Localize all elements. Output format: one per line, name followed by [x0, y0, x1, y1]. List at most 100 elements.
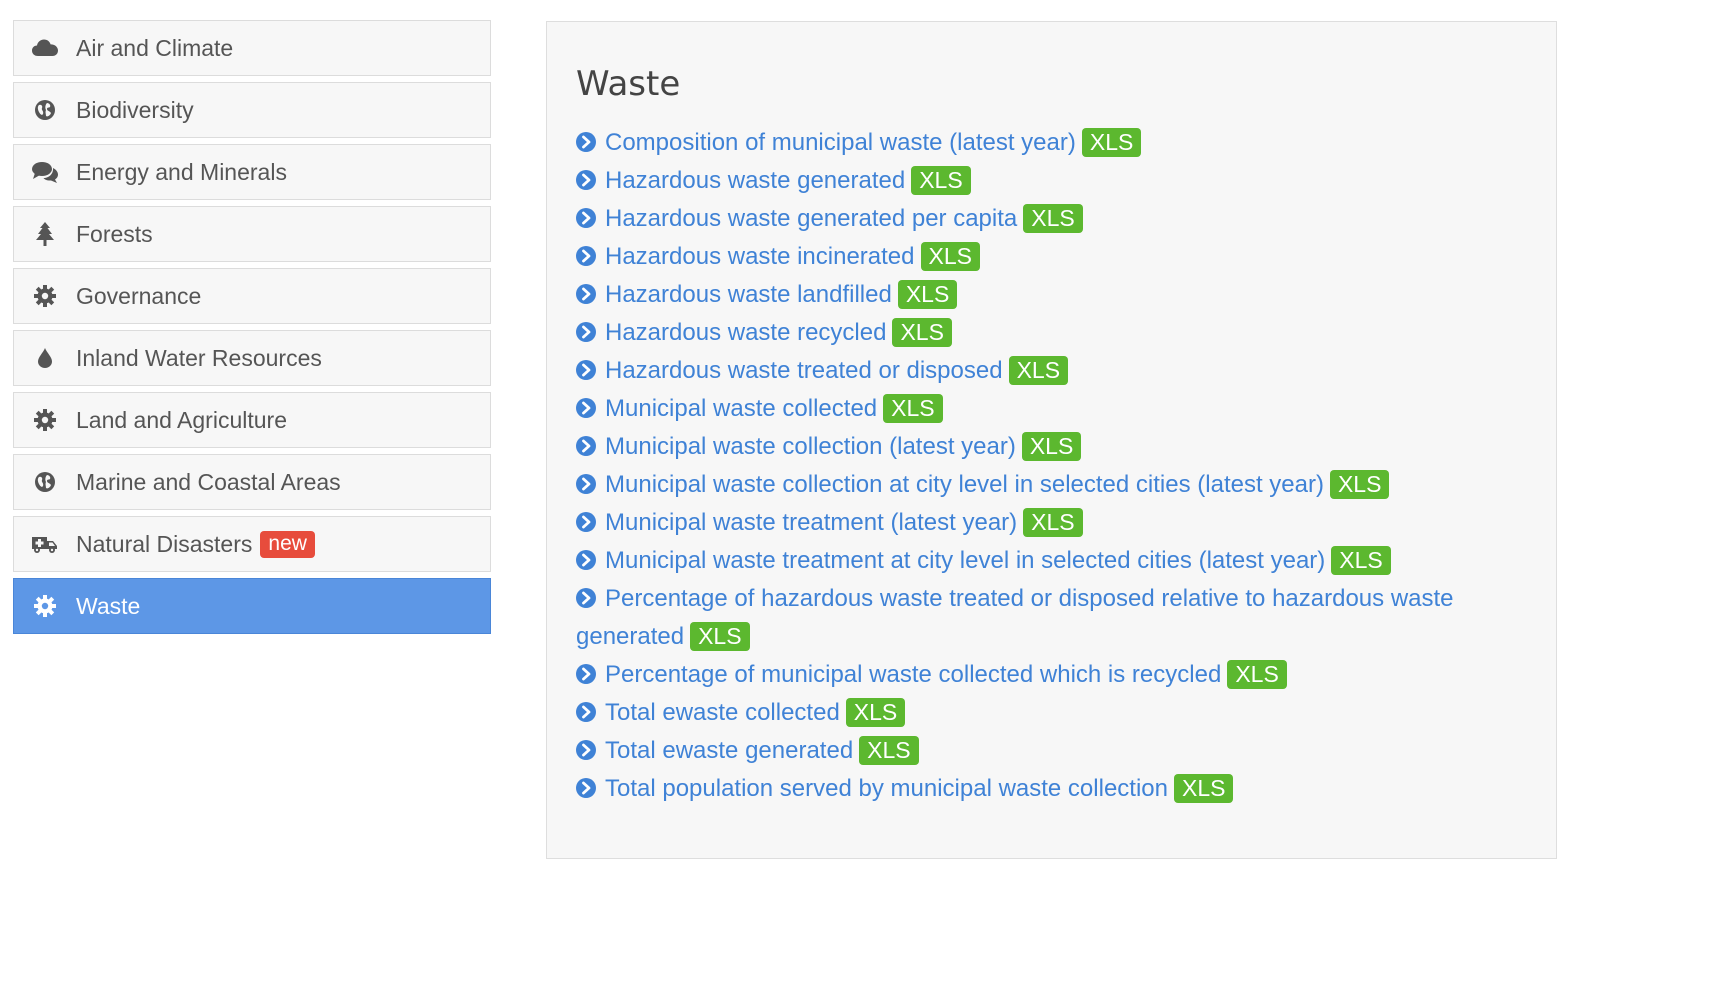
dataset-link-item: Municipal waste collection (latest year)… — [576, 428, 1536, 466]
xls-download-badge[interactable]: XLS — [897, 280, 958, 309]
sidebar-item-label: Forests — [76, 220, 153, 247]
chevron-circle-right-icon — [576, 243, 605, 270]
chevron-circle-right-icon — [576, 471, 605, 498]
dataset-link[interactable]: Municipal waste treatment (latest year) — [605, 509, 1017, 536]
xls-download-badge[interactable]: XLS — [892, 318, 952, 347]
xls-download-badge[interactable]: XLS — [845, 698, 906, 727]
xls-download-badge[interactable]: XLS — [1021, 432, 1082, 461]
dataset-link[interactable]: Municipal waste collection at city level… — [605, 471, 1324, 498]
ambulance-icon — [32, 532, 58, 556]
chevron-circle-right-icon — [576, 585, 605, 612]
sidebar-item-forests[interactable]: Forests — [13, 206, 491, 262]
dataset-link-item: Hazardous waste landfilled XLS — [576, 276, 1536, 314]
chevron-circle-right-icon — [576, 433, 605, 460]
chevron-circle-right-icon — [576, 775, 605, 802]
dataset-link-item: Total ewaste collected XLS — [576, 694, 1536, 732]
globe-icon — [32, 470, 58, 494]
sidebar-item-label: Governance — [76, 282, 202, 309]
chevron-circle-right-icon — [576, 281, 605, 308]
chevron-circle-right-icon — [576, 737, 605, 764]
dataset-link-item: Municipal waste treatment at city level … — [576, 542, 1536, 580]
sidebar-item-label: Waste — [76, 592, 141, 619]
content-panel: Waste Composition of municipal waste (la… — [546, 21, 1557, 859]
dataset-link[interactable]: Composition of municipal waste (latest y… — [605, 129, 1076, 156]
xls-download-badge[interactable]: XLS — [911, 166, 971, 195]
dataset-link-item: Hazardous waste recycled XLS — [576, 314, 1536, 352]
dataset-link[interactable]: Hazardous waste landfilled — [605, 281, 892, 308]
xls-download-badge[interactable]: XLS — [1173, 774, 1234, 803]
new-badge: new — [260, 530, 315, 558]
dataset-link-item: Municipal waste collection at city level… — [576, 466, 1536, 504]
dataset-link-item: Percentage of hazardous waste treated or… — [576, 580, 1536, 656]
dataset-link[interactable]: Municipal waste collection (latest year) — [605, 433, 1016, 460]
sidebar-item-air-and-climate[interactable]: Air and Climate — [13, 20, 491, 76]
sidebar-item-inland-water-resources[interactable]: Inland Water Resources — [13, 330, 491, 386]
sidebar-item-label: Inland Water Resources — [76, 344, 322, 371]
chevron-circle-right-icon — [576, 357, 605, 384]
chevron-circle-right-icon — [576, 319, 605, 346]
sidebar-item-land-and-agriculture[interactable]: Land and Agriculture — [13, 392, 491, 448]
dataset-link[interactable]: Total ewaste generated — [605, 737, 853, 764]
xls-download-badge[interactable]: XLS — [1081, 128, 1142, 157]
dataset-link-item: Percentage of municipal waste collected … — [576, 656, 1536, 694]
comments-icon — [32, 160, 58, 184]
chevron-circle-right-icon — [576, 661, 605, 688]
chevron-circle-right-icon — [576, 129, 605, 156]
panel-title: Waste — [576, 64, 681, 104]
chevron-circle-right-icon — [576, 205, 605, 232]
chevron-circle-right-icon — [576, 699, 605, 726]
water-drop-icon — [32, 346, 58, 370]
dataset-link[interactable]: Total ewaste collected — [605, 699, 840, 726]
dataset-link[interactable]: Total population served by municipal was… — [605, 775, 1168, 802]
xls-download-badge[interactable]: XLS — [1329, 470, 1390, 499]
dataset-link[interactable]: Hazardous waste treated or disposed — [605, 357, 1003, 384]
dataset-link[interactable]: Municipal waste collected — [605, 395, 877, 422]
chevron-circle-right-icon — [576, 395, 605, 422]
xls-download-badge[interactable]: XLS — [920, 242, 980, 271]
dataset-link-item: Hazardous waste incinerated XLS — [576, 238, 1536, 276]
gear-icon — [32, 594, 58, 618]
sidebar-item-label: Energy and Minerals — [76, 158, 287, 185]
dataset-link[interactable]: Percentage of municipal waste collected … — [605, 661, 1221, 688]
sidebar-item-label: Air and Climate — [76, 34, 234, 61]
sidebar-item-energy-and-minerals[interactable]: Energy and Minerals — [13, 144, 491, 200]
cloud-icon — [32, 36, 58, 60]
chevron-circle-right-icon — [576, 509, 605, 536]
sidebar-item-biodiversity[interactable]: Biodiversity — [13, 82, 491, 138]
xls-download-badge[interactable]: XLS — [1227, 660, 1287, 689]
sidebar-item-marine-and-coastal-areas[interactable]: Marine and Coastal Areas — [13, 454, 491, 510]
xls-download-badge[interactable]: XLS — [1008, 356, 1069, 385]
xls-download-badge[interactable]: XLS — [1331, 546, 1391, 575]
dataset-link[interactable]: Hazardous waste recycled — [605, 319, 886, 346]
sidebar-item-governance[interactable]: Governance — [13, 268, 491, 324]
gear-icon — [32, 408, 58, 432]
xls-download-badge[interactable]: XLS — [690, 622, 750, 651]
dataset-link-item: Hazardous waste treated or disposed XLS — [576, 352, 1536, 390]
dataset-link-item: Total ewaste generated XLS — [576, 732, 1536, 770]
xls-download-badge[interactable]: XLS — [883, 394, 943, 423]
xls-download-badge[interactable]: XLS — [1023, 204, 1083, 233]
dataset-link[interactable]: Hazardous waste incinerated — [605, 243, 915, 270]
dataset-link[interactable]: Hazardous waste generated per capita — [605, 205, 1017, 232]
sidebar-item-label: Land and Agriculture — [76, 406, 287, 433]
xls-download-badge[interactable]: XLS — [1023, 508, 1083, 537]
xls-download-badge[interactable]: XLS — [859, 736, 919, 765]
globe-icon — [32, 98, 58, 122]
chevron-circle-right-icon — [576, 547, 605, 574]
dataset-link-item: Hazardous waste generated XLS — [576, 162, 1536, 200]
dataset-link-item: Composition of municipal waste (latest y… — [576, 124, 1536, 162]
dataset-link-item: Hazardous waste generated per capita XLS — [576, 200, 1536, 238]
sidebar-item-natural-disasters[interactable]: Natural Disasters new — [13, 516, 491, 572]
dataset-link[interactable]: Hazardous waste generated — [605, 167, 905, 194]
dataset-link[interactable]: Municipal waste treatment at city level … — [605, 547, 1325, 574]
sidebar-item-label: Marine and Coastal Areas — [76, 468, 341, 495]
sidebar-item-waste[interactable]: Waste — [13, 578, 491, 634]
sidebar-item-label: Biodiversity — [76, 96, 194, 123]
dataset-link-item: Municipal waste collected XLS — [576, 390, 1536, 428]
category-sidebar: Air and Climate Biodiversity Energy and … — [13, 20, 491, 640]
tree-icon — [32, 222, 58, 246]
dataset-link-item: Municipal waste treatment (latest year) X… — [576, 504, 1536, 542]
chevron-circle-right-icon — [576, 167, 605, 194]
sidebar-item-label: Natural Disasters — [76, 530, 253, 557]
gear-icon — [32, 284, 58, 308]
